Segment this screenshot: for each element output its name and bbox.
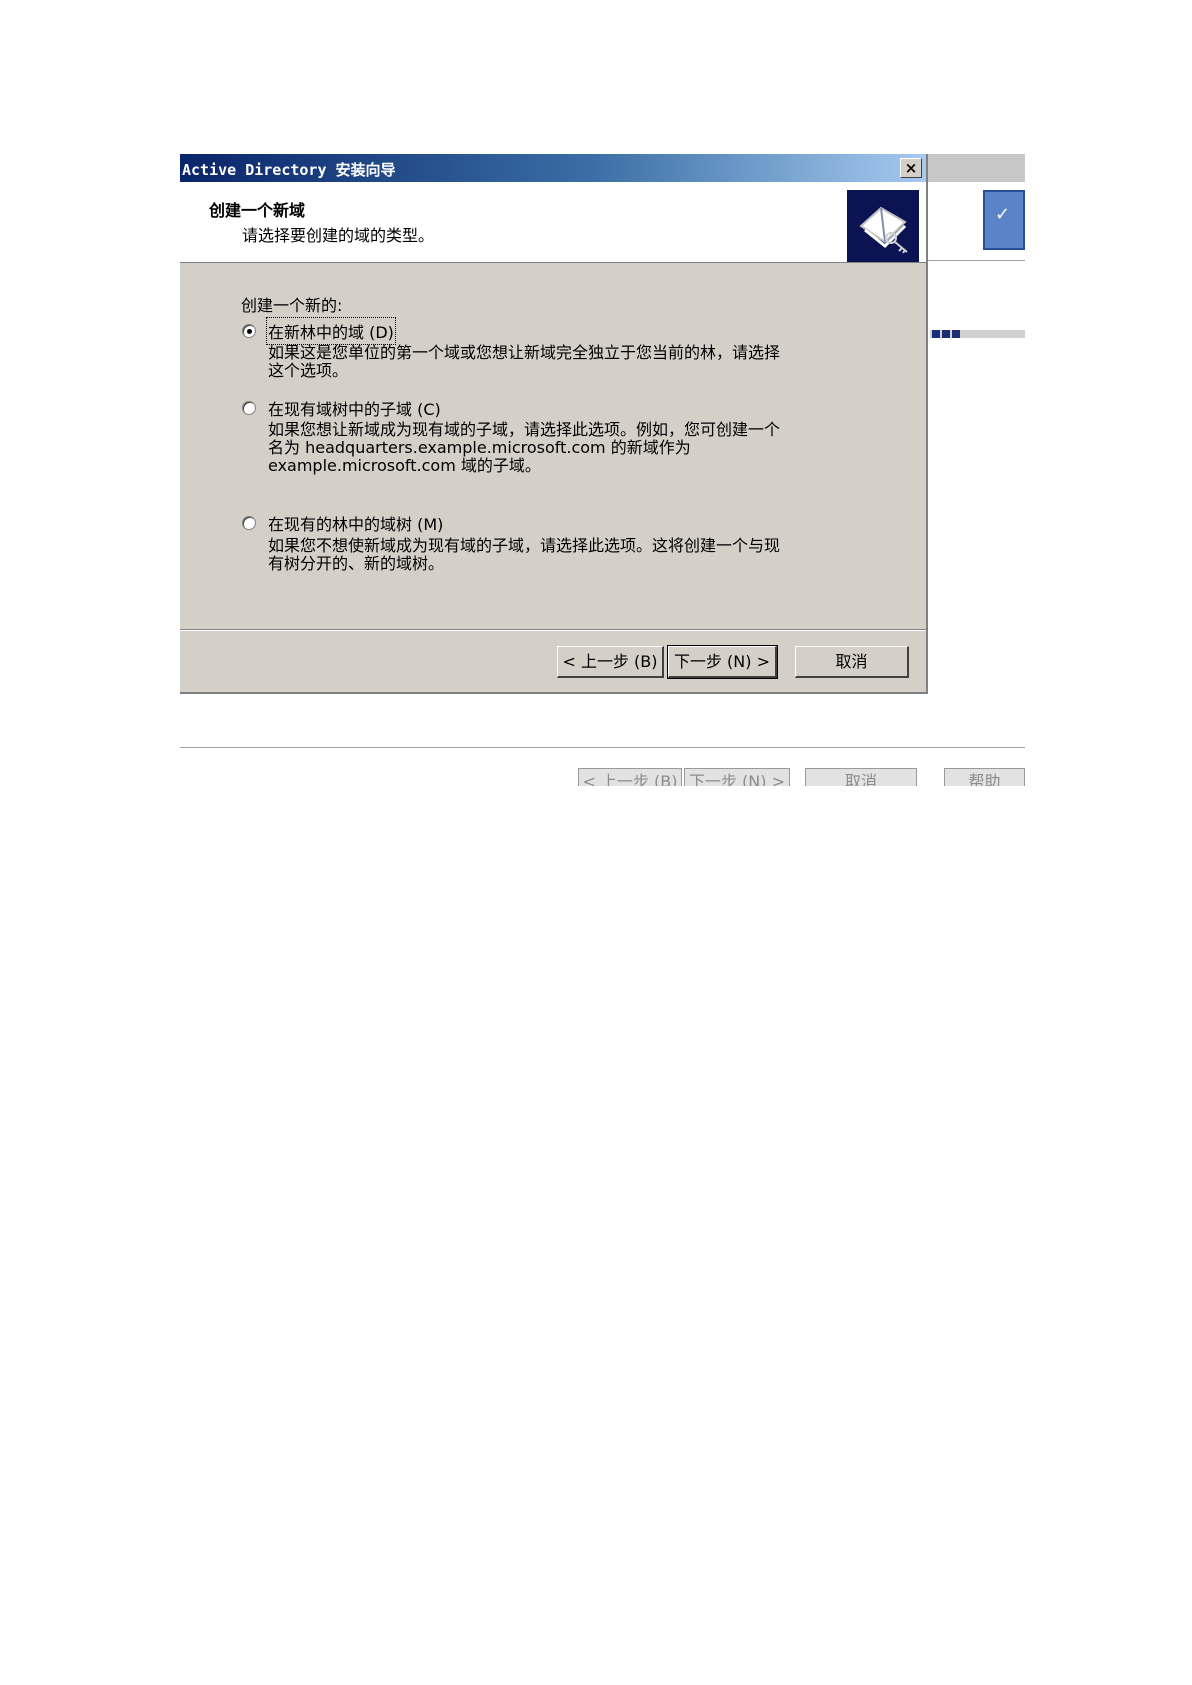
background-wizard-icon: ✓: [983, 190, 1025, 250]
option-description-child-domain: 如果您想让新域成为现有域的子域，请选择此选项。例如，您可创建一个 名为 head…: [268, 420, 781, 475]
group-label: 创建一个新的:: [241, 296, 343, 315]
progress-segment: [932, 330, 940, 338]
background-separator: [180, 747, 1025, 751]
radio-new-forest-domain[interactable]: [242, 324, 256, 338]
window-title: Active Directory 安装向导: [182, 161, 396, 179]
option-label-new-forest-domain[interactable]: 在新林中的域 (D): [266, 317, 396, 345]
wizard-body: 创建一个新的: 在新林中的域 (D) 如果这是您单位的第一个域或您想让新域完全独…: [180, 263, 926, 613]
radio-child-domain[interactable]: [242, 401, 256, 415]
option-description-new-forest-domain: 如果这是您单位的第一个域或您想让新域完全独立于您当前的林，请选择 这个选项。: [268, 343, 781, 380]
back-button[interactable]: < 上一步 (B): [557, 646, 664, 678]
back-button-label: < 上一步 (B): [562, 652, 658, 671]
book-key-icon: [847, 190, 919, 262]
page-title: 创建一个新域: [209, 201, 306, 220]
next-button-label: 下一步 (N) >: [673, 652, 771, 671]
cancel-button-label: 取消: [835, 652, 868, 671]
page-subtitle: 请选择要创建的域的类型。: [242, 226, 435, 245]
radio-selected-dot: [247, 329, 252, 334]
background-next-button: 下一步 (N) >: [684, 768, 790, 786]
background-back-button: < 上一步 (B): [578, 768, 682, 786]
background-progress-bar: [930, 330, 1025, 338]
progress-segment: [942, 330, 950, 338]
close-button[interactable]: ×: [900, 158, 922, 178]
checkmark-icon: ✓: [995, 204, 1011, 225]
cancel-button[interactable]: 取消: [795, 646, 909, 678]
option-description-new-domain-tree: 如果您不想使新域成为现有域的子域，请选择此选项。这将创建一个与现 有树分开的、新…: [268, 536, 781, 573]
title-bar[interactable]: Active Directory 安装向导 ×: [180, 154, 926, 182]
background-help-button: 帮助: [944, 768, 1025, 786]
wizard-header: 创建一个新域 请选择要创建的域的类型。: [180, 182, 926, 263]
next-button[interactable]: 下一步 (N) >: [667, 645, 778, 679]
option-label-new-domain-tree[interactable]: 在现有的林中的域树 (M): [268, 511, 443, 535]
option-label-child-domain[interactable]: 在现有域树中的子域 (C): [268, 396, 441, 420]
screenshot: ✓ < 上一步 (B) 下一步 (N) > 取消 帮助 Active Direc…: [180, 154, 1025, 786]
radio-new-domain-tree[interactable]: [242, 516, 256, 530]
background-cancel-button: 取消: [805, 768, 917, 786]
progress-segment: [952, 330, 960, 338]
button-separator: [180, 629, 926, 631]
close-icon: ×: [904, 159, 918, 177]
ad-install-wizard-dialog: Active Directory 安装向导 × 创建一个新域 请选择要创建的域的…: [180, 154, 928, 694]
